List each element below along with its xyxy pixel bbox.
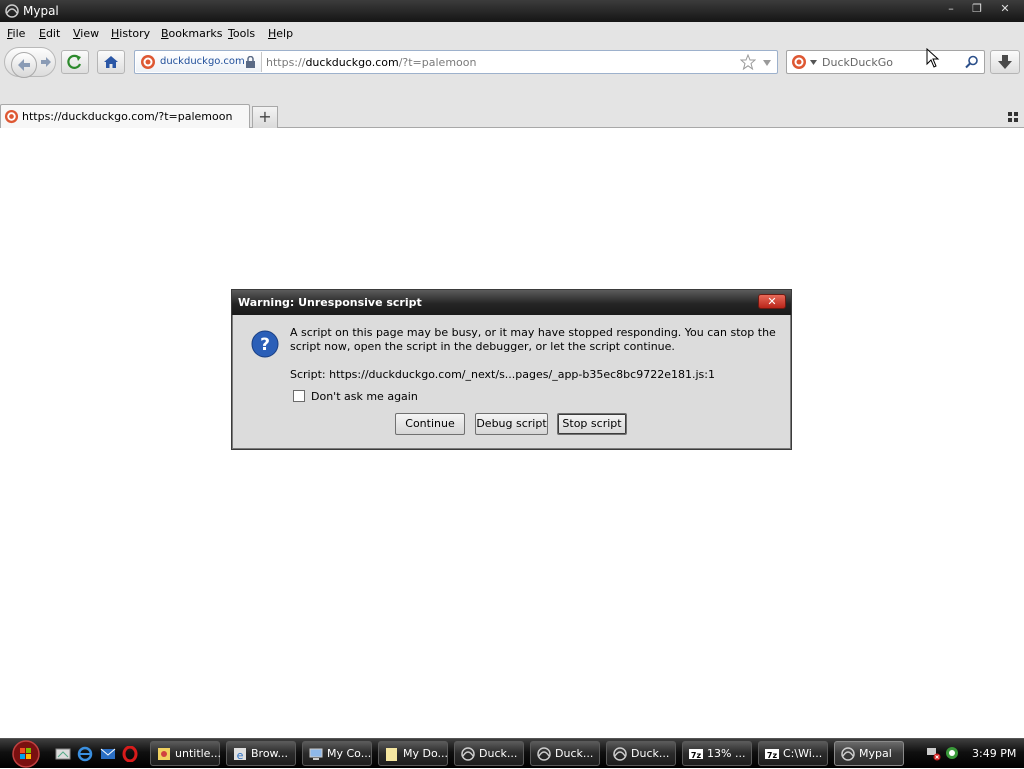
continue-button[interactable]: Continue <box>395 413 465 435</box>
script-location: Script: https://duckduckgo.com/_next/s..… <box>290 368 715 381</box>
quicklaunch-outlook-icon[interactable] <box>100 746 116 762</box>
back-arrow-icon <box>18 59 30 71</box>
search-bar[interactable]: DuckDuckGo <box>786 50 985 74</box>
svg-text:7z: 7z <box>767 751 778 760</box>
mouse-cursor-icon <box>926 48 940 68</box>
paint-icon <box>158 748 170 760</box>
mypal-icon <box>613 747 627 761</box>
stop-script-button[interactable]: Stop script <box>557 413 627 435</box>
svg-text:?: ? <box>260 335 270 355</box>
new-tab-button[interactable]: + <box>252 106 278 128</box>
forward-arrow-icon[interactable] <box>38 54 54 70</box>
menu-history[interactable]: History <box>111 27 150 40</box>
taskbar-task[interactable]: Duck... <box>454 741 524 766</box>
tab-duckduckgo[interactable]: https://duckduckgo.com/?t=palemoon <box>0 104 250 128</box>
svg-text:e: e <box>237 749 244 762</box>
back-button[interactable] <box>11 52 37 78</box>
taskbar-task[interactable]: My Co... <box>302 741 372 766</box>
downloads-button[interactable] <box>990 50 1020 74</box>
taskbar-task[interactable]: 7z 13% ... <box>682 741 752 766</box>
dialog-body: ? A script on this page may be busy, or … <box>235 315 788 447</box>
mypal-icon <box>537 747 551 761</box>
home-button[interactable] <box>97 50 125 74</box>
bookmark-star-icon[interactable] <box>740 54 756 70</box>
engine-dropdown-icon[interactable] <box>810 60 817 65</box>
dialog-close-button[interactable]: ✕ <box>758 294 786 309</box>
search-placeholder: DuckDuckGo <box>822 56 893 69</box>
menu-edit[interactable]: Edit <box>39 27 60 40</box>
quicklaunch-desktop-icon[interactable] <box>55 746 71 762</box>
debug-script-button[interactable]: Debug script <box>475 413 548 435</box>
tray-network-icon[interactable] <box>925 745 941 761</box>
list-all-tabs-icon[interactable] <box>1007 111 1019 123</box>
search-engine-icon[interactable] <box>791 54 807 70</box>
computer-icon <box>309 748 323 760</box>
7zip-icon: 7z <box>765 749 779 760</box>
7zip-icon: 7z <box>689 749 703 760</box>
taskbar-clock[interactable]: 3:49 PM <box>972 747 1016 760</box>
menu-file[interactable]: File <box>7 27 25 40</box>
svg-text:7z: 7z <box>691 751 702 760</box>
menu-help[interactable]: Help <box>268 27 293 40</box>
quicklaunch-opera-icon[interactable] <box>122 746 138 762</box>
quicklaunch-ie-icon[interactable] <box>77 746 93 762</box>
mypal-icon <box>841 747 855 761</box>
dialog-title: Warning: Unresponsive script <box>238 296 422 309</box>
unresponsive-script-dialog: Warning: Unresponsive script ✕ ? A scrip… <box>231 289 792 450</box>
url-text: https://duckduckgo.com/?t=palemoon <box>266 56 477 69</box>
dialog-titlebar: Warning: Unresponsive script ✕ <box>232 290 791 315</box>
window-titlebar: Mypal – ❐ ✕ <box>0 0 1024 22</box>
taskbar-task[interactable]: Duck... <box>530 741 600 766</box>
identity-site-label: duckduckgo.com <box>160 56 245 67</box>
dont-ask-label[interactable]: Don't ask me again <box>311 390 418 403</box>
taskbar-task[interactable]: My Do... <box>378 741 448 766</box>
taskbar-task[interactable]: 7z C:\Wi... <box>758 741 828 766</box>
taskbar-task[interactable]: untitle... <box>150 741 221 766</box>
taskbar-task-active[interactable]: Mypal <box>834 741 904 766</box>
address-bar[interactable]: duckduckgo.com https://duckduckgo.com/?t… <box>134 50 778 74</box>
mypal-icon <box>461 747 475 761</box>
search-icon[interactable] <box>965 55 979 69</box>
reload-icon <box>67 54 82 69</box>
taskbar-task[interactable]: e Brow... <box>226 741 296 766</box>
back-forward-group <box>4 47 56 78</box>
download-arrow-icon <box>998 55 1012 69</box>
tray-volume-icon[interactable] <box>944 745 960 761</box>
tab-favicon-icon <box>4 109 19 124</box>
duckduckgo-favicon-icon <box>141 55 155 69</box>
dialog-message: A script on this page may be busy, or it… <box>290 326 776 353</box>
menu-view[interactable]: View <box>73 27 99 40</box>
mypal-icon <box>5 4 19 18</box>
folder-icon <box>386 748 397 761</box>
menubar: File Edit View History Bookmarks Tools H… <box>0 22 1024 44</box>
tab-label: https://duckduckgo.com/?t=palemoon <box>22 110 233 123</box>
start-button-icon[interactable] <box>4 739 44 769</box>
home-icon <box>104 56 118 68</box>
menu-bookmarks[interactable]: Bookmarks <box>161 27 222 40</box>
dont-ask-checkbox[interactable] <box>293 390 305 402</box>
tab-bar: https://duckduckgo.com/?t=palemoon + <box>0 104 1024 128</box>
reload-button[interactable] <box>61 50 89 74</box>
question-icon: ? <box>251 330 279 358</box>
browser-icon: e <box>234 748 246 762</box>
taskbar: untitle... e Brow... My Co... My Do... D… <box>0 738 1024 768</box>
site-identity-box[interactable]: duckduckgo.com <box>136 52 262 72</box>
lock-icon <box>246 56 255 68</box>
restore-button[interactable]: ❐ <box>966 2 988 18</box>
minimize-button[interactable]: – <box>940 2 962 18</box>
navigation-toolbar: duckduckgo.com https://duckduckgo.com/?t… <box>0 44 1024 104</box>
window-title: Mypal <box>23 4 59 18</box>
url-dropdown-icon[interactable] <box>762 59 772 67</box>
menu-tools[interactable]: Tools <box>228 27 255 40</box>
close-window-button[interactable]: ✕ <box>994 2 1016 18</box>
taskbar-task[interactable]: Duck... <box>606 741 676 766</box>
